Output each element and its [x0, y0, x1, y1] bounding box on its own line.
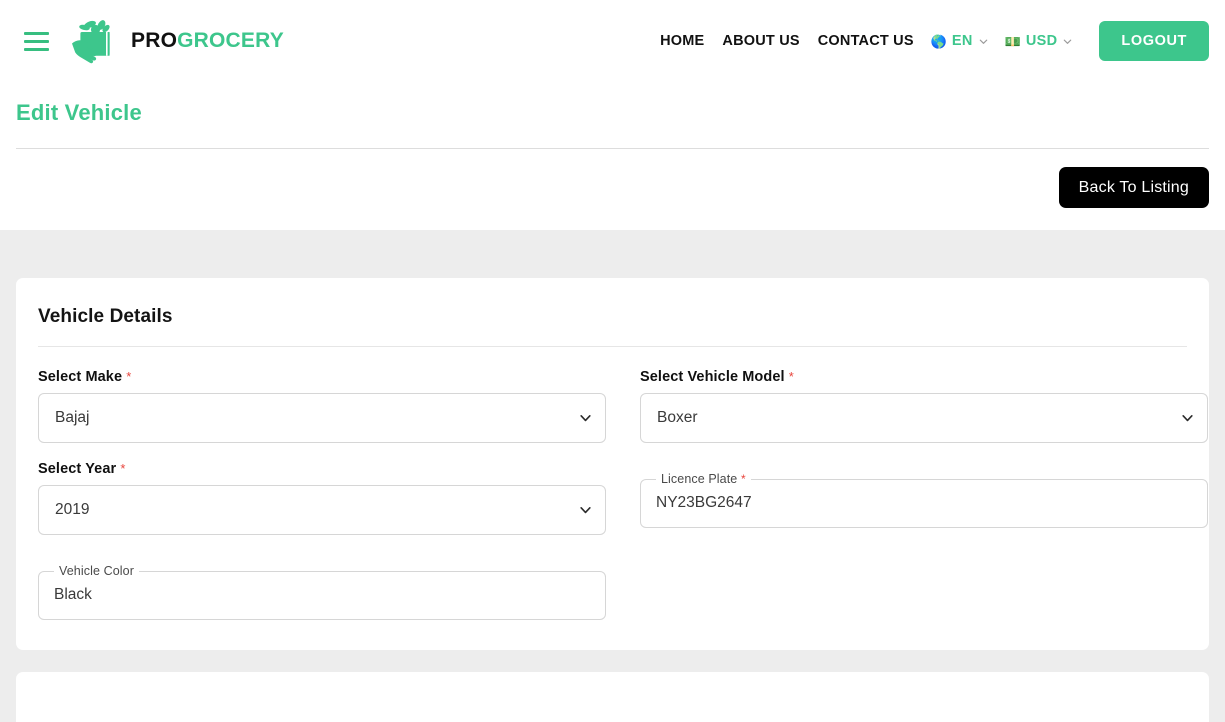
page-action-bar: Back To Listing — [0, 149, 1225, 230]
brand-text-grocery: GROCERY — [177, 29, 284, 52]
required-asterisk: * — [126, 369, 132, 384]
select-make-input[interactable]: Bajaj — [38, 393, 606, 443]
field-vehicle-color: Vehicle Color — [38, 553, 606, 620]
form-row-3-spacer — [640, 553, 1208, 620]
vehicle-color-input[interactable] — [38, 565, 606, 620]
required-asterisk: * — [788, 369, 794, 384]
vehicle-details-card: Vehicle Details Select Make * Bajaj Sele… — [16, 278, 1209, 650]
currency-code: USD — [1025, 33, 1058, 49]
globe-icon: 🌎 — [930, 33, 947, 49]
select-year-label: Select Year * — [38, 461, 606, 477]
language-selector[interactable]: 🌎 EN — [923, 33, 997, 49]
licence-plate-input[interactable] — [640, 473, 1208, 528]
select-year-label-text: Select Year — [38, 461, 117, 477]
field-select-make: Select Make * Bajaj — [38, 369, 606, 443]
chevron-down-icon — [1064, 39, 1072, 44]
field-select-year: Select Year * 2019 — [38, 461, 606, 535]
select-year-input[interactable]: 2019 — [38, 485, 606, 535]
back-to-listing-button[interactable]: Back To Listing — [1058, 167, 1209, 208]
brand-logo-link[interactable]: PROGROCERY — [70, 16, 284, 66]
select-vehicle-model-label: Select Vehicle Model * — [640, 369, 1208, 385]
select-make-label-text: Select Make — [38, 369, 123, 385]
select-make-wrap: Bajaj — [38, 393, 606, 443]
form-row-3: Vehicle Color — [38, 553, 1187, 620]
nav-item-about-us[interactable]: ABOUT US — [713, 33, 808, 49]
select-make-label: Select Make * — [38, 369, 606, 385]
card-divider — [38, 346, 1187, 347]
brand-text-pro: PRO — [131, 29, 178, 52]
page-title: Edit Vehicle — [16, 100, 142, 125]
vehicle-color-outlined-field: Vehicle Color — [38, 565, 606, 620]
page-title-bar: Edit Vehicle — [0, 82, 1225, 149]
currency-selector[interactable]: 💵 USD — [997, 33, 1082, 49]
required-asterisk: * — [120, 461, 126, 476]
secondary-card — [16, 672, 1209, 722]
select-vehicle-model-input[interactable]: Boxer — [640, 393, 1208, 443]
hamburger-bar — [24, 47, 49, 51]
select-vehicle-model-label-text: Select Vehicle Model — [640, 369, 785, 385]
header-left-group: PROGROCERY — [24, 16, 284, 66]
vehicle-details-title: Vehicle Details — [38, 306, 173, 327]
select-vehicle-model-wrap: Boxer — [640, 393, 1208, 443]
hamburger-menu-icon[interactable] — [24, 31, 49, 51]
form-row-1: Select Make * Bajaj Select Vehicle Model… — [38, 369, 1208, 443]
hamburger-bar — [24, 39, 49, 43]
grocery-bag-hand-icon — [72, 20, 110, 64]
form-row-2: Select Year * 2019 Licence Plate — [38, 461, 1208, 535]
nav-item-home[interactable]: HOME — [651, 33, 713, 49]
select-year-wrap: 2019 — [38, 485, 606, 535]
nav-item-contact-us[interactable]: CONTACT US — [809, 33, 923, 49]
licence-plate-outlined-field: Licence Plate * — [640, 473, 1208, 528]
hamburger-bar — [24, 31, 49, 35]
page-content: Vehicle Details Select Make * Bajaj Sele… — [0, 230, 1225, 722]
logout-button[interactable]: LOGOUT — [1099, 21, 1209, 61]
language-code: EN — [951, 33, 973, 49]
brand-wordmark: PROGROCERY — [131, 29, 284, 53]
site-header: PROGROCERY HOME ABOUT US CONTACT US 🌎 EN… — [0, 0, 1225, 82]
chevron-down-icon — [979, 39, 987, 44]
money-icon: 💵 — [1004, 33, 1021, 49]
field-select-vehicle-model: Select Vehicle Model * Boxer — [640, 369, 1208, 443]
main-navigation: HOME ABOUT US CONTACT US 🌎 EN 💵 USD LOGO… — [651, 21, 1209, 61]
field-licence-plate: Licence Plate * — [640, 461, 1208, 535]
